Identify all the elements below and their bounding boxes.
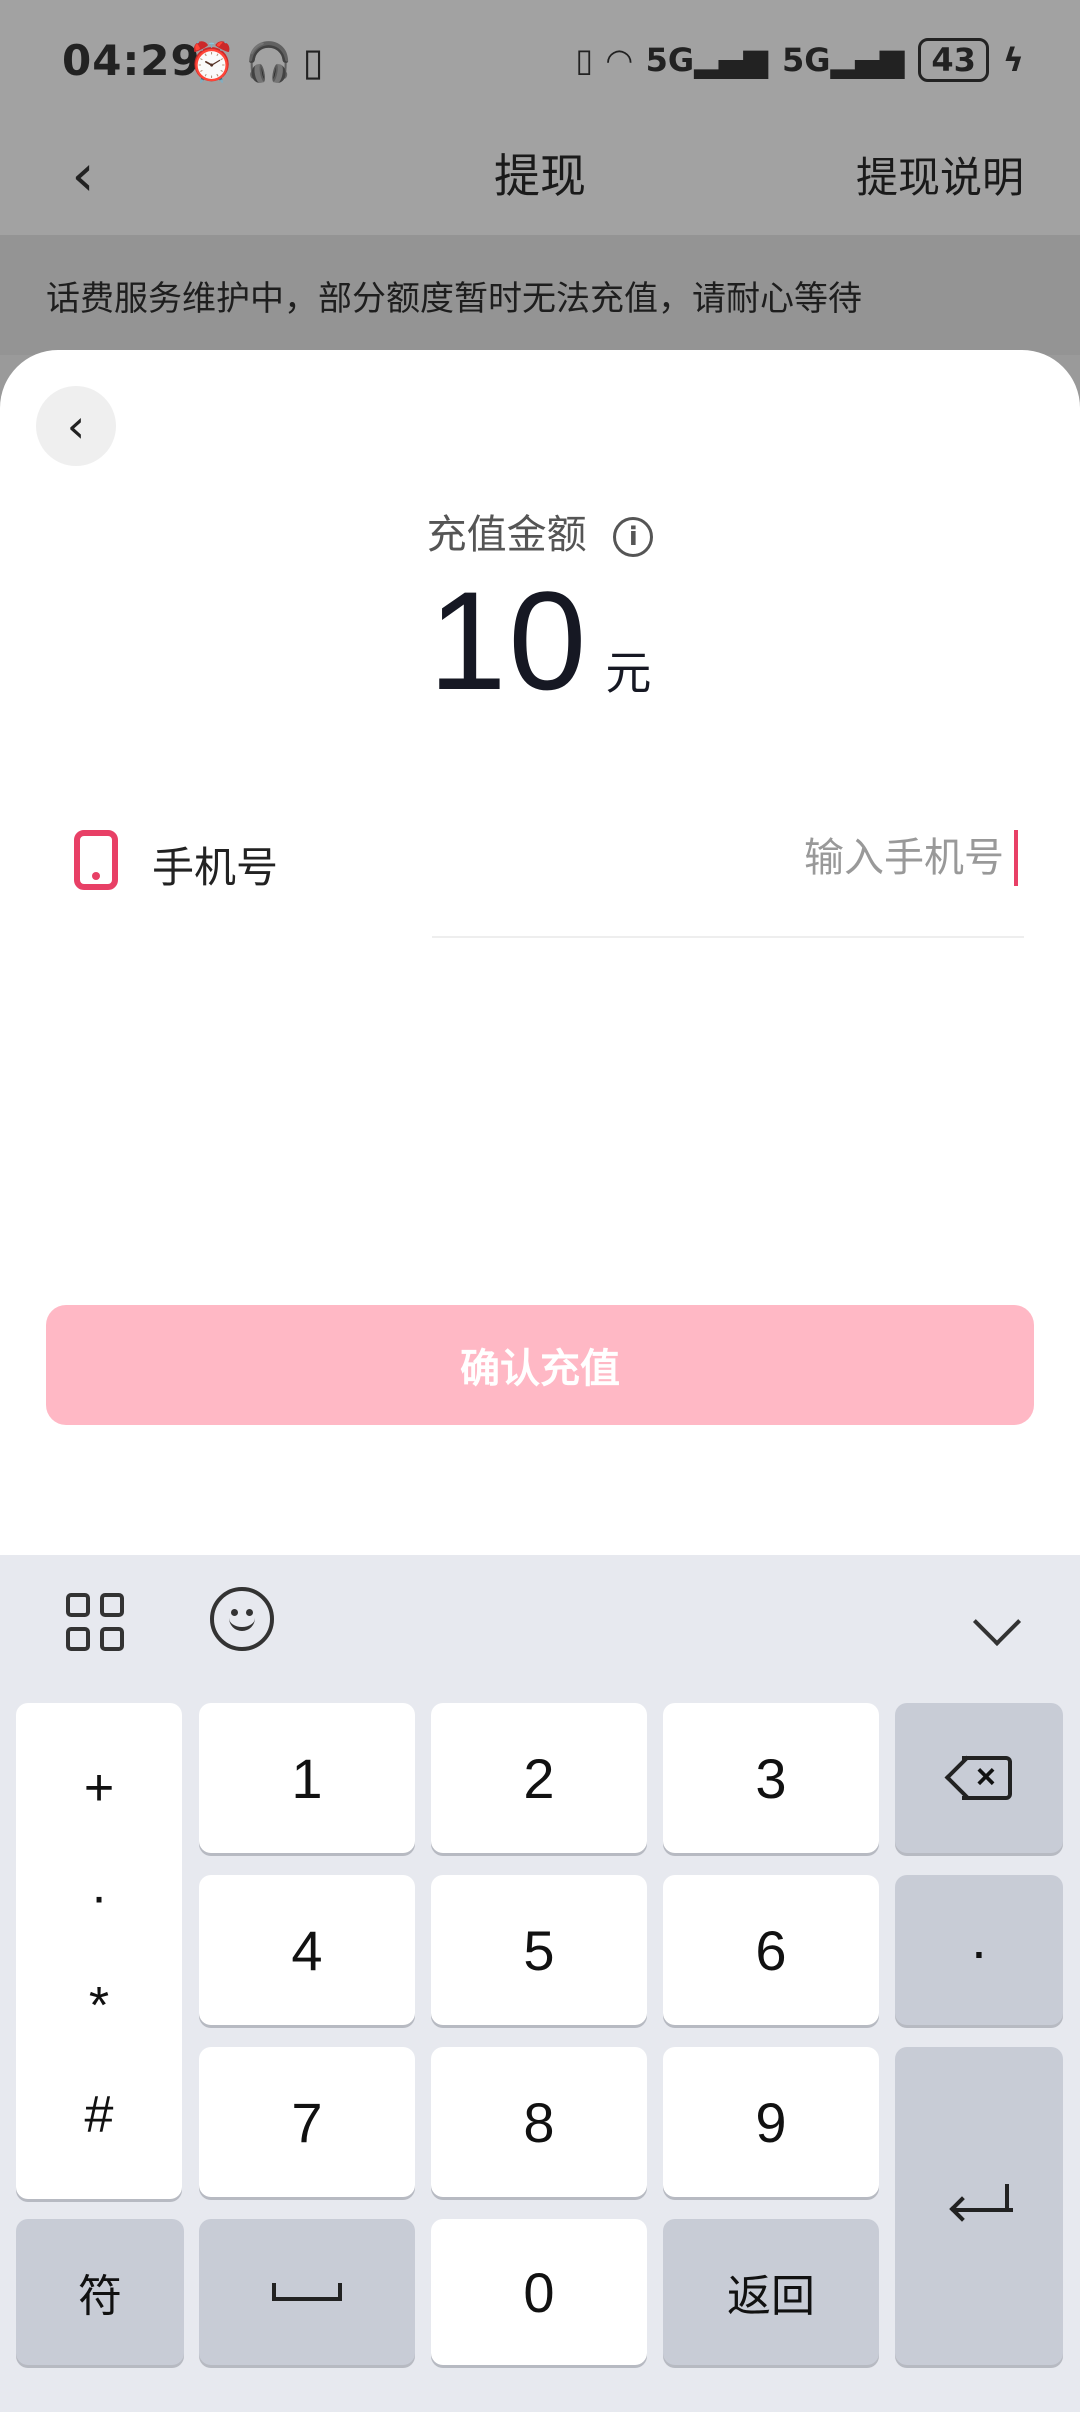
key-0[interactable]: 0 — [431, 2219, 647, 2365]
chevron-down-icon[interactable] — [972, 1597, 1022, 1647]
amount-label: 充值金额 — [426, 512, 587, 558]
phone-icon — [74, 830, 118, 890]
key-1[interactable]: 1 — [199, 1703, 415, 1853]
status-right-icons: ▯ ◠ 5G▂▄▆ 5G▂▄▆ 43 ϟ — [575, 38, 1024, 82]
backspace-icon: × — [944, 1755, 1012, 1800]
key-6[interactable]: 6 — [663, 1875, 879, 2025]
keyboard-toolbar — [0, 1555, 1080, 1695]
symbol-plus[interactable]: + — [84, 1762, 114, 1814]
numeric-keyboard: + · * # 1 2 3 × 4 5 6 · 7 8 9 符 0 返回 — [0, 1555, 1080, 2412]
enter-key[interactable] — [895, 2047, 1063, 2365]
status-left-icons: ⏰ 🎧 ▯ — [188, 40, 324, 85]
status-bar: 04:29 ⏰ 🎧 ▯ ▯ ◠ 5G▂▄▆ 5G▂▄▆ 43 ϟ — [0, 0, 1080, 120]
apps-grid-icon[interactable] — [66, 1593, 124, 1651]
battery-saver-icon: ▯ — [302, 40, 324, 84]
phone-field-row: 手机号 — [70, 830, 1020, 930]
headphones-icon: 🎧 — [245, 40, 293, 84]
phone-label: 手机号 — [152, 843, 279, 892]
key-5[interactable]: 5 — [431, 1875, 647, 2025]
symbol-star[interactable]: * — [89, 1980, 109, 2032]
return-key[interactable]: 返回 — [663, 2219, 879, 2365]
emoji-icon[interactable] — [210, 1587, 274, 1651]
symbols-key-column[interactable]: + · * # — [16, 1703, 182, 2199]
confirm-recharge-button[interactable]: 确认充值 — [46, 1305, 1034, 1425]
key-4[interactable]: 4 — [199, 1875, 415, 2025]
sheet-back-button[interactable]: ‹ — [36, 386, 116, 466]
info-icon[interactable]: i — [613, 517, 654, 557]
phone-input[interactable] — [432, 830, 1018, 886]
key-2[interactable]: 2 — [431, 1703, 647, 1853]
wifi-icon: ◠ — [607, 41, 632, 79]
status-time: 04:29 — [62, 36, 201, 85]
symbol-hash[interactable]: # — [85, 2089, 114, 2141]
phone-divider — [432, 936, 1024, 938]
vibrate-icon: ▯ — [575, 41, 594, 79]
top-nav-bar: ‹ 提现 提现说明 — [0, 120, 1080, 235]
key-8[interactable]: 8 — [431, 2047, 647, 2197]
amount-value: 10 — [428, 562, 589, 719]
amount-unit: 元 — [605, 646, 652, 700]
symbol-dot[interactable]: · — [90, 1871, 107, 1923]
charging-icon: ϟ — [1002, 41, 1024, 79]
amount-display: 10 元 — [0, 560, 1080, 722]
alarm-icon: ⏰ — [188, 40, 236, 84]
notice-banner: 话费服务维护中，部分额度暂时无法充值，请耐心等待 — [0, 235, 1080, 355]
withdraw-info-link[interactable]: 提现说明 — [856, 144, 1024, 205]
signal-5g-icon: 5G▂▄▆ — [645, 41, 768, 79]
battery-icon: 43 — [918, 38, 989, 82]
space-key[interactable] — [199, 2219, 415, 2365]
symbol-switch-key[interactable]: 符 — [16, 2219, 184, 2365]
amount-label-row: 充值金额 i — [0, 502, 1080, 560]
dot-key[interactable]: · — [895, 1875, 1063, 2025]
space-icon — [272, 2283, 342, 2301]
signal-5g-icon: 5G▂▄▆ — [782, 41, 905, 79]
key-9[interactable]: 9 — [663, 2047, 879, 2197]
key-3[interactable]: 3 — [663, 1703, 879, 1853]
backspace-key[interactable]: × — [895, 1703, 1063, 1853]
key-7[interactable]: 7 — [199, 2047, 415, 2197]
chevron-left-icon: ‹ — [66, 399, 86, 453]
notice-text: 话费服务维护中，部分额度暂时无法充值，请耐心等待 — [46, 279, 862, 319]
enter-icon — [947, 2184, 1013, 2228]
